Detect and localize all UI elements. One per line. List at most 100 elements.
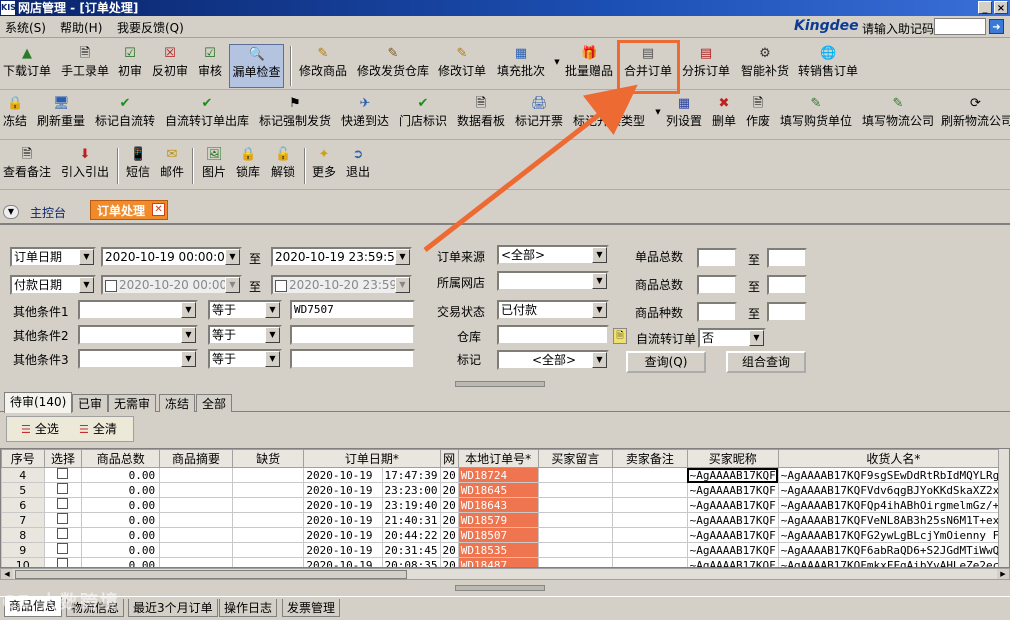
other-condition-3-value[interactable] (290, 349, 415, 369)
checkbox[interactable] (57, 528, 69, 539)
tab-all[interactable]: 全部 (196, 394, 233, 412)
query-button[interactable]: 查询(Q) (626, 351, 706, 373)
grid-horizontal-scrollbar[interactable]: ◀ ▶ (0, 568, 1010, 580)
trade-status-select[interactable]: 已付款 ▼ (497, 300, 609, 320)
goods-total-to[interactable] (767, 275, 807, 295)
edit-order-button[interactable]: ✎ 修改订单 (436, 46, 488, 78)
warehouse-input[interactable] (497, 325, 609, 345)
tab-operation-log[interactable]: 操作日志 (219, 599, 278, 617)
delete-order-button[interactable]: ✖ 删单 (709, 96, 739, 128)
row-select-checkbox[interactable] (43, 542, 83, 558)
col-header-out-of-stock[interactable]: 缺货 (232, 449, 305, 468)
scroll-thumb[interactable] (15, 570, 407, 579)
image-button[interactable]: 🖼 图片 (200, 147, 228, 179)
checkbox[interactable] (57, 558, 69, 567)
row-select-checkbox[interactable] (43, 482, 83, 498)
date-type-select-2[interactable]: 付款日期 ▼ (10, 275, 96, 295)
table-row[interactable]: 10 0.00 2020-10-19 20:08:35 20 WD18487 ~AgAAAA… (1, 557, 1009, 567)
minimize-button[interactable]: _ (978, 1, 992, 14)
menu-feedback[interactable]: 我要反馈(Q) (117, 19, 184, 36)
shop-select[interactable]: ▼ (497, 271, 609, 291)
fill-batch-dropdown[interactable]: ▼ (549, 54, 559, 70)
import-export-button[interactable]: ⬇ 引入引出 (59, 147, 111, 179)
grid-vertical-scrollbar[interactable] (998, 449, 1009, 567)
manual-entry-button[interactable]: 🗎 手工录单 (60, 46, 110, 78)
operator-3-select[interactable]: 等于 ▼ (208, 349, 282, 369)
splitter-handle-bottom[interactable] (455, 585, 545, 591)
tab-order-processing[interactable]: 订单处理 ✕ (90, 200, 169, 220)
mnemonic-input[interactable] (934, 18, 986, 35)
sms-button[interactable]: 📱 短信 (124, 147, 152, 179)
dashboard-button[interactable]: 🗎 数据看板 (455, 96, 507, 128)
date1-from-input[interactable]: 2020-10-19 00:00:00 ▼ (101, 247, 242, 267)
split-order-button[interactable]: ▤ 分拆订单 (680, 46, 732, 78)
void-button[interactable]: 🗎 作废 (743, 96, 773, 128)
checkbox[interactable] (57, 468, 69, 479)
unlock-button[interactable]: 🔓 解锁 (269, 147, 297, 179)
menu-system[interactable]: 系统(S) (5, 19, 46, 36)
checkbox[interactable] (57, 513, 69, 524)
store-mark-button[interactable]: ✔ 门店标识 (397, 96, 449, 128)
row-select-checkbox[interactable] (43, 497, 83, 513)
date2-to-enable-checkbox[interactable] (275, 279, 287, 292)
edit-warehouse-button[interactable]: ✎ 修改发货仓库 (356, 46, 430, 78)
date2-from-input[interactable]: 2020-10-20 00:00:0 ▼ (101, 275, 242, 295)
table-row[interactable]: 9 0.00 2020-10-19 20:31:45 20 WD18535 ~AgAAAAB… (1, 542, 1009, 558)
fill-logistics-button[interactable]: ✎ 填写物流公司 (860, 96, 936, 128)
fill-batch-button[interactable]: ▦ 填充批次 (494, 46, 548, 78)
col-header-receiver-name[interactable]: 收货人名* (777, 449, 1009, 468)
fill-buyer-button[interactable]: ✎ 填写购货单位 (778, 96, 854, 128)
tab-frozen[interactable]: 冻结 (159, 394, 196, 412)
download-order-button[interactable]: ▲ 下载订单 (2, 46, 52, 78)
other-condition-2-select[interactable]: ▼ (78, 325, 198, 345)
mark-select[interactable]: <全部> ▼ (497, 350, 609, 370)
view-note-button[interactable]: 🗎 查看备注 (2, 147, 52, 179)
goods-kinds-to[interactable] (767, 302, 807, 322)
scroll-left-icon[interactable]: ◀ (1, 569, 13, 579)
operator-1-select[interactable]: 等于 ▼ (208, 300, 282, 320)
auto-flow-select[interactable]: 否 ▼ (698, 328, 766, 348)
clear-all-button[interactable]: ☰ 全清 (79, 421, 117, 438)
col-header-buyer-message[interactable]: 买家留言 (537, 449, 614, 468)
batch-gift-button[interactable]: 🎁 批量赠品 (562, 46, 616, 78)
table-row[interactable]: 4 0.00 2020-10-19 17:47:39 20 WD18724 ~AgAAAAB… (1, 467, 1009, 483)
reverse-first-review-button[interactable]: ☒ 反初审 (150, 46, 190, 78)
mark-invoice-button[interactable]: 🖨 标记开票 (513, 96, 565, 128)
other-condition-1-select[interactable]: ▼ (78, 300, 198, 320)
date2-to-input[interactable]: 2020-10-20 23:59:5 ▼ (271, 275, 412, 295)
other-condition-2-value[interactable] (290, 325, 415, 345)
close-icon[interactable]: ✕ (152, 203, 166, 216)
col-header-select[interactable]: 选择 (43, 449, 83, 468)
menu-help[interactable]: 帮助(H) (60, 19, 102, 36)
mark-force-ship-button[interactable]: ⚑ 标记强制发货 (258, 96, 332, 128)
col-header-net[interactable]: 网 (439, 449, 459, 468)
col-header-buyer-nickname[interactable]: 买家昵称 (686, 449, 779, 468)
tab-audited[interactable]: 已审 (72, 394, 109, 412)
column-settings-button[interactable]: ▦ 列设置 (664, 96, 704, 128)
date2-enable-checkbox[interactable] (105, 279, 117, 292)
order-source-select[interactable]: <全部> ▼ (497, 245, 609, 265)
refresh-logistics-button[interactable]: ⟳ 刷新物流公司 (941, 96, 1010, 128)
mark-invoice-type-button[interactable]: 🖨 标记开票类型 (572, 96, 646, 128)
row-select-checkbox[interactable] (43, 467, 83, 483)
courier-arrival-button[interactable]: ✈ 快递到达 (339, 96, 391, 128)
single-total-from[interactable] (697, 248, 737, 268)
edit-goods-button[interactable]: ✎ 修改商品 (296, 46, 350, 78)
mark-auto-flow-button[interactable]: ✔ 标记自流转 (94, 96, 156, 128)
single-total-to[interactable] (767, 248, 807, 268)
table-row[interactable]: 5 0.00 2020-10-19 23:23:00 20 WD18645 ~AgAAAAB… (1, 482, 1009, 498)
tab-recent-orders[interactable]: 最近3个月订单 (128, 599, 218, 617)
checkbox[interactable] (57, 483, 69, 494)
first-review-button[interactable]: ☑ 初审 (115, 46, 145, 78)
goods-kinds-from[interactable] (697, 302, 737, 322)
tab-pending[interactable]: 待审(140) (4, 392, 73, 413)
splitter-handle[interactable] (455, 381, 545, 387)
row-select-checkbox[interactable] (43, 527, 83, 543)
checkbox[interactable] (57, 543, 69, 554)
col-header-goods-total[interactable]: 商品总数 (81, 449, 161, 468)
tab-invoice-management[interactable]: 发票管理 (282, 599, 341, 617)
to-sales-order-button[interactable]: 🌐 转销售订单 (797, 46, 859, 78)
freeze-button[interactable]: 🔒 冻结 (2, 96, 28, 128)
combo-query-button[interactable]: 组合查询 (726, 351, 806, 373)
tab-home-console[interactable]: 主控台 (30, 204, 66, 221)
